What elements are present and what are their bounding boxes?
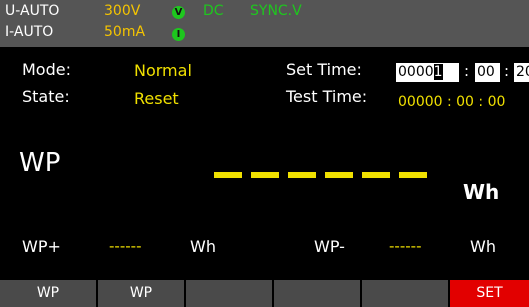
voltage-indicator-icon: V	[172, 6, 185, 19]
wp-plus-label: WP+	[22, 237, 61, 256]
edit-cursor: 1	[433, 64, 443, 80]
state-label: State:	[22, 87, 70, 106]
time-separator: :	[464, 62, 470, 80]
voltage-range-value: 300V	[104, 3, 141, 19]
current-range-mode: I-AUTO	[5, 24, 54, 40]
set-time-hours-field[interactable]: 00001	[396, 63, 459, 82]
value-dash-segment	[214, 172, 242, 178]
value-dash-segment	[325, 172, 353, 178]
test-time-label: Test Time:	[286, 87, 368, 106]
wp-plus-value: ------	[109, 237, 142, 255]
measurement-title: WP	[19, 148, 61, 178]
value-dash-segment	[362, 172, 390, 178]
mode-label: Mode:	[22, 60, 71, 79]
wp-minus-value: ------	[389, 237, 422, 255]
wp-minus-unit: Wh	[470, 237, 496, 256]
voltage-range-mode: U-AUTO	[5, 3, 60, 19]
softkey-4[interactable]	[274, 280, 360, 307]
current-indicator-icon: I	[172, 28, 185, 41]
current-range-value: 50mA	[104, 24, 146, 40]
value-dash-segment	[399, 172, 427, 178]
set-time-hours-prefix: 0000	[398, 64, 434, 80]
value-dash-segment	[251, 172, 279, 178]
softkey-bar: WP WP SET	[0, 279, 529, 307]
status-bar: U-AUTO 300V V DC SYNC.V I-AUTO 50mA I	[0, 0, 529, 47]
test-time-value: 00000 : 00 : 00	[398, 94, 506, 110]
measurement-unit: Wh	[463, 180, 500, 204]
state-value: Reset	[134, 89, 179, 108]
wp-minus-label: WP-	[314, 237, 345, 256]
wp-plus-unit: Wh	[190, 237, 216, 256]
set-time-minutes-field[interactable]: 00	[475, 63, 500, 82]
set-time-label: Set Time:	[286, 60, 362, 79]
softkey-5[interactable]	[362, 280, 448, 307]
softkey-set[interactable]: SET	[450, 280, 529, 307]
softkey-1[interactable]: WP	[0, 280, 96, 307]
time-separator: :	[504, 62, 510, 80]
mode-value: Normal	[134, 61, 192, 80]
sync-source-label: SYNC.V	[250, 3, 302, 19]
value-dash-segment	[288, 172, 316, 178]
softkey-3[interactable]	[186, 280, 272, 307]
set-time-seconds-field[interactable]: 20	[514, 63, 529, 82]
coupling-label: DC	[203, 3, 224, 19]
softkey-2[interactable]: WP	[98, 280, 184, 307]
